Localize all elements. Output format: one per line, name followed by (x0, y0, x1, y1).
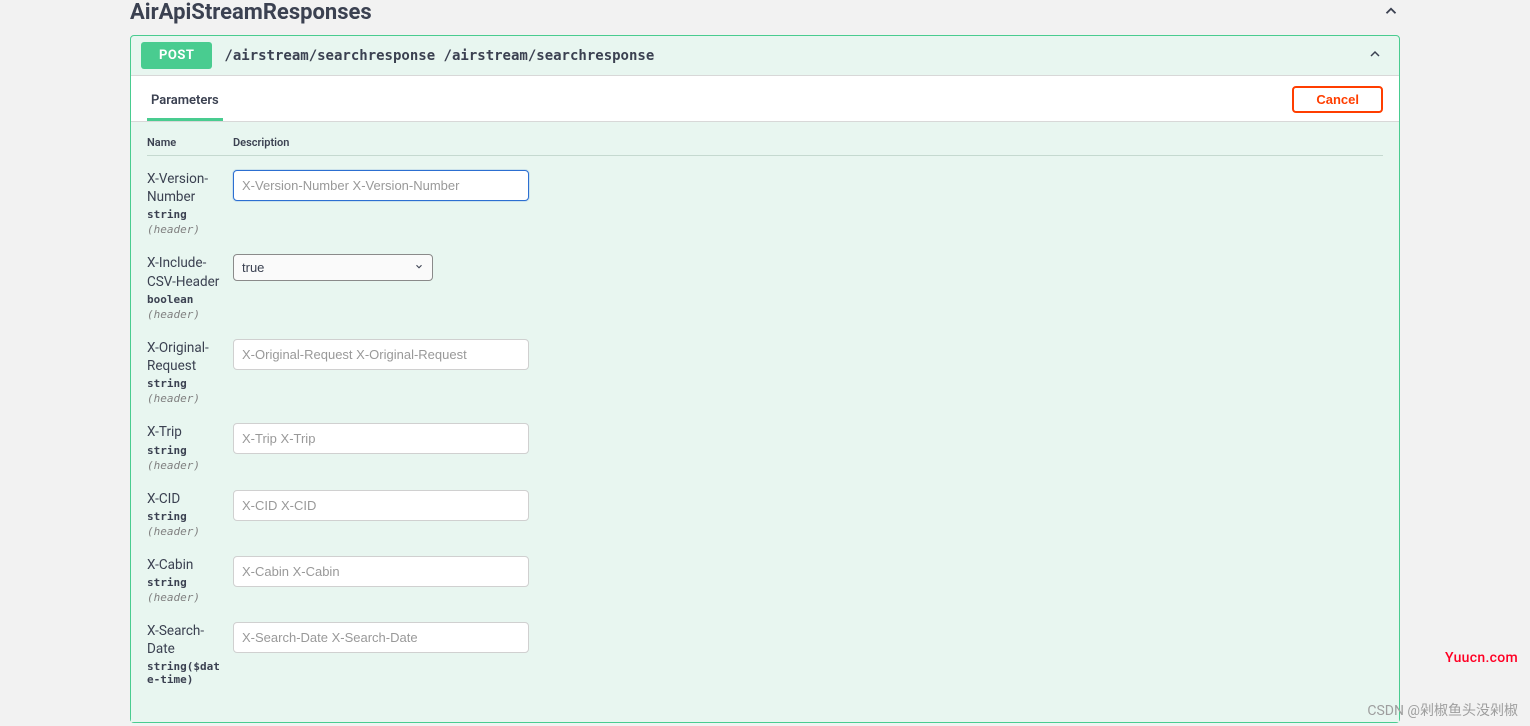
parameter-type: string($date-time) (147, 660, 225, 686)
cancel-button[interactable]: Cancel (1292, 86, 1383, 113)
parameter-row: X-Search-Datestring($date-time) (147, 622, 1383, 688)
parameter-name-cell: X-CID string (header) (147, 490, 233, 538)
operation-body: Parameters Cancel Name Description X-Ver… (131, 75, 1399, 722)
parameter-type: string (147, 208, 225, 221)
parameter-name-cell: X-Include-CSV-Header boolean (header) (147, 254, 233, 320)
parameter-location: (header) (147, 308, 225, 321)
parameter-name: X-CID (147, 490, 225, 508)
parameter-name: X-Trip (147, 423, 225, 441)
parameter-name: X-Include-CSV-Header (147, 254, 225, 290)
parameter-input-cell: true (233, 254, 1383, 281)
http-method-badge: POST (141, 42, 212, 69)
parameter-row: X-Include-CSV-Header boolean (header) true (147, 254, 1383, 320)
parameter-type: string (147, 444, 225, 457)
tabs-row: Parameters Cancel (131, 76, 1399, 122)
parameter-name: X-Version-Number (147, 170, 225, 206)
parameter-location: (header) (147, 459, 225, 472)
parameter-input[interactable] (233, 339, 529, 370)
column-header-name: Name (147, 136, 233, 149)
parameter-row: X-Version-Number string (header) (147, 170, 1383, 236)
parameter-input-cell (233, 490, 1383, 521)
parameter-input[interactable] (233, 622, 529, 653)
parameter-name-cell: X-Version-Number string (header) (147, 170, 233, 236)
parameter-location: (header) (147, 525, 225, 538)
parameter-row: X-Cabin string (header) (147, 556, 1383, 604)
parameter-row: X-Trip string (header) (147, 423, 1383, 471)
parameter-name: X-Cabin (147, 556, 225, 574)
tag-header: AirApiStreamResponses (130, 0, 1400, 35)
parameter-name-cell: X-Trip string (header) (147, 423, 233, 471)
parameter-select[interactable]: true (233, 254, 433, 281)
parameter-name-cell: X-Original-Request string (header) (147, 339, 233, 405)
parameter-input-cell (233, 556, 1383, 587)
chevron-up-icon[interactable] (1382, 2, 1400, 23)
watermark-author: CSDN @剁椒鱼头没剁椒 (1367, 700, 1518, 720)
watermark-site: Yuucn.com (1445, 650, 1518, 666)
parameter-name-cell: X-Cabin string (header) (147, 556, 233, 604)
parameter-type: string (147, 576, 225, 589)
parameter-name: X-Original-Request (147, 339, 225, 375)
parameter-type: string (147, 377, 225, 390)
parameter-name: X-Search-Date (147, 622, 225, 658)
parameter-select-wrap: true (233, 254, 433, 281)
parameter-type: boolean (147, 293, 225, 306)
parameter-location: (header) (147, 223, 225, 236)
parameter-type: string (147, 510, 225, 523)
parameter-input-cell (233, 339, 1383, 370)
parameter-input[interactable] (233, 170, 529, 201)
tab-parameters[interactable]: Parameters (147, 87, 223, 121)
parameters-table-header: Name Description (147, 122, 1383, 156)
parameter-row: X-Original-Request string (header) (147, 339, 1383, 405)
parameter-input-cell (233, 423, 1383, 454)
parameter-input-cell (233, 170, 1383, 201)
tag-title[interactable]: AirApiStreamResponses (130, 0, 372, 25)
operation-path: /airstream/searchresponse /airstream/sea… (224, 48, 1361, 64)
parameter-input[interactable] (233, 490, 529, 521)
parameter-location: (header) (147, 591, 225, 604)
parameter-location: (header) (147, 392, 225, 405)
parameter-input-cell (233, 622, 1383, 653)
operation-block: POST /airstream/searchresponse /airstrea… (130, 35, 1400, 723)
chevron-up-icon[interactable] (1361, 46, 1389, 66)
parameter-input[interactable] (233, 556, 529, 587)
parameters-area: Name Description X-Version-Numberstring(… (131, 122, 1399, 722)
parameter-row: X-CID string (header) (147, 490, 1383, 538)
parameter-input[interactable] (233, 423, 529, 454)
operation-summary[interactable]: POST /airstream/searchresponse /airstrea… (131, 36, 1399, 75)
column-header-description: Description (233, 136, 289, 149)
parameter-name-cell: X-Search-Datestring($date-time) (147, 622, 233, 688)
